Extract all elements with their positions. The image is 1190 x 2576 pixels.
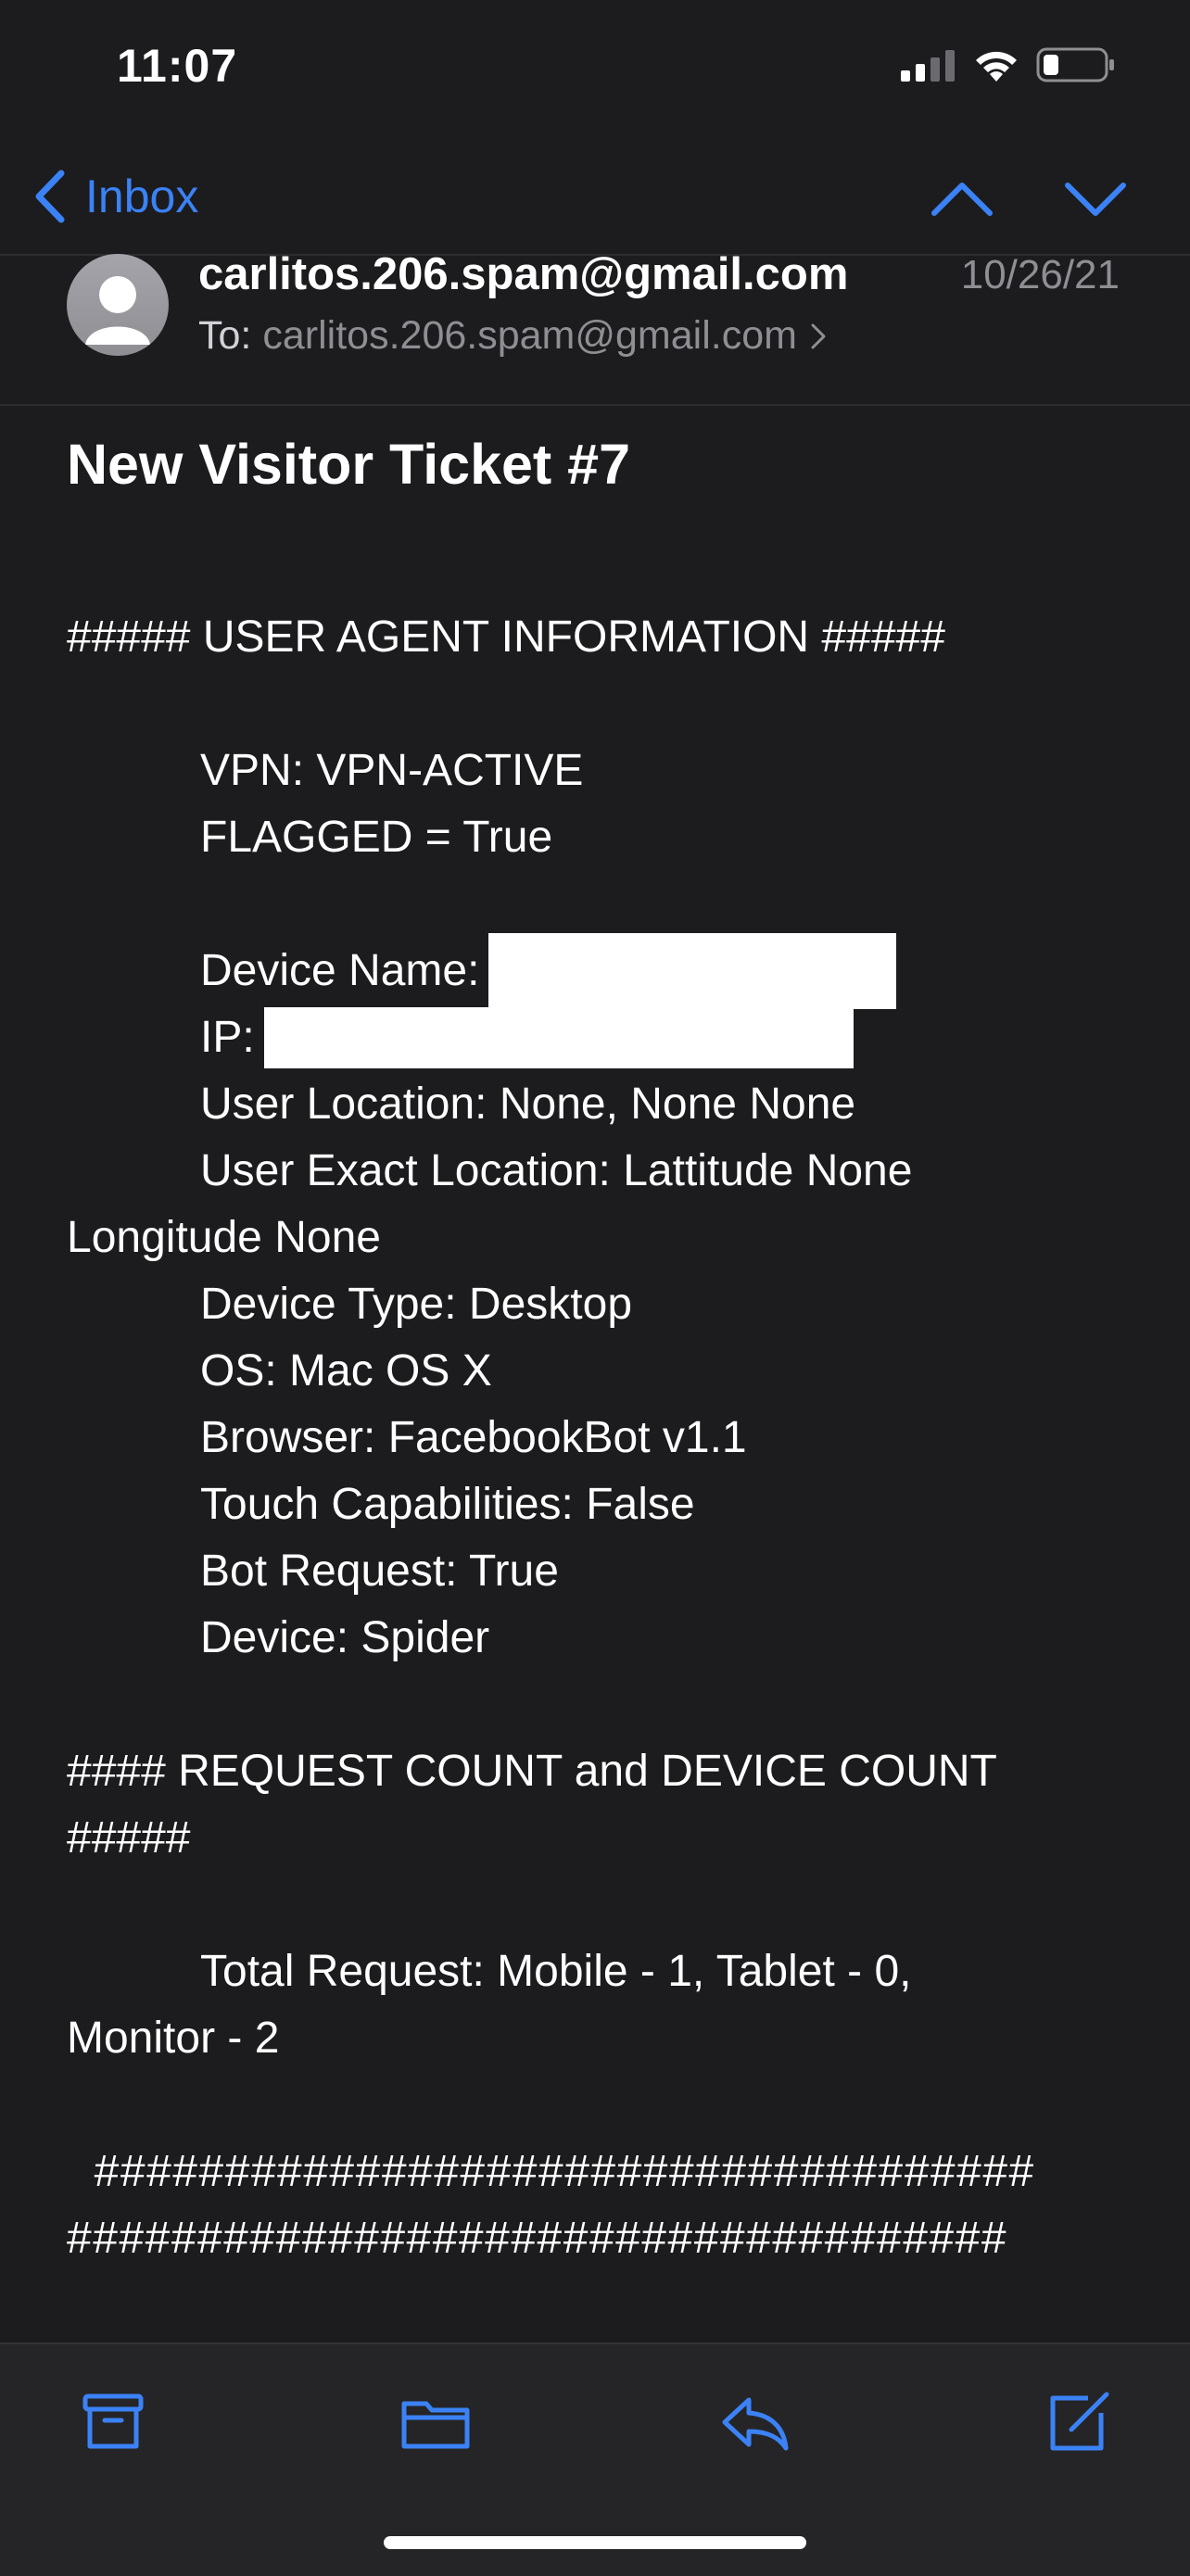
total-request-line: Total Request: Mobile - 1, Tablet - 0, — [200, 1947, 912, 1996]
message-body: New Visitor Ticket #7 ##### USER AGENT I… — [67, 431, 1142, 2272]
back-label: Inbox — [85, 170, 199, 222]
device-type-line: Device Type: Desktop — [200, 1280, 633, 1329]
count-header: #### REQUEST COUNT and DEVICE COUNT — [67, 1747, 997, 1796]
ip-label: IP: — [200, 1013, 255, 1062]
to-label: To: — [198, 313, 252, 358]
recipient-address: carlitos.206.spam@gmail.com — [262, 313, 797, 358]
person-icon — [85, 276, 150, 345]
body-text: ##### USER AGENT INFORMATION ##### VPN: … — [67, 604, 1142, 2272]
message-date: 10/26/21 — [960, 252, 1120, 297]
sender-address[interactable]: carlitos.206.spam@gmail.com — [198, 248, 848, 300]
home-indicator[interactable] — [384, 2536, 806, 2549]
folder-icon[interactable] — [399, 2385, 473, 2459]
total-request-line-cont: Monitor - 2 — [67, 2014, 280, 2063]
chevron-right-icon — [811, 323, 826, 348]
message-header: carlitos.206.spam@gmail.com 10/26/21 To:… — [0, 249, 1190, 406]
message-subject: New Visitor Ticket #7 — [67, 433, 631, 496]
battery-low-icon — [1036, 47, 1114, 82]
device-name-label: Device Name: — [200, 946, 480, 995]
avatar[interactable] — [67, 254, 169, 356]
hash-divider: #################################### — [67, 2214, 1008, 2263]
exact-location-line-cont: Longitude None — [67, 1213, 381, 1262]
nav-bar: Inbox — [0, 139, 1190, 256]
hash-divider: #################################### — [67, 2147, 1035, 2196]
user-location-line: User Location: None, None None — [200, 1080, 856, 1129]
redaction-box — [263, 1007, 854, 1068]
cellular-signal-icon — [901, 50, 955, 82]
device-line: Device: Spider — [200, 1613, 490, 1662]
archive-icon[interactable] — [76, 2385, 150, 2459]
flagged-line: FLAGGED = True — [200, 813, 553, 862]
exact-location-line: User Exact Location: Lattitude None — [200, 1146, 913, 1195]
chevron-left-icon — [35, 170, 65, 223]
status-bar: 11:07 — [0, 0, 1190, 139]
count-header-cont: ##### — [67, 1813, 191, 1863]
vpn-line: VPN: VPN-ACTIVE — [200, 746, 584, 795]
previous-message-button[interactable] — [929, 165, 995, 232]
next-message-button[interactable] — [1062, 165, 1129, 232]
reply-icon[interactable] — [717, 2385, 791, 2459]
back-to-inbox-button[interactable]: Inbox — [32, 159, 198, 234]
recipient-line[interactable]: To: carlitos.206.spam@gmail.com — [198, 313, 827, 359]
ip-line: IP: — [67, 1004, 1142, 1071]
status-time: 11:07 — [117, 40, 238, 92]
bot-request-line: Bot Request: True — [200, 1547, 559, 1596]
ua-header: ##### USER AGENT INFORMATION ##### — [67, 612, 945, 662]
redaction-box — [488, 933, 897, 1009]
compose-icon[interactable] — [1040, 2385, 1114, 2459]
browser-line: Browser: FacebookBot v1.1 — [200, 1413, 747, 1462]
os-line: OS: Mac OS X — [200, 1346, 492, 1395]
device-name-line: Device Name: — [67, 933, 1142, 1009]
wifi-icon — [976, 51, 1017, 82]
touch-line: Touch Capabilities: False — [200, 1480, 695, 1529]
